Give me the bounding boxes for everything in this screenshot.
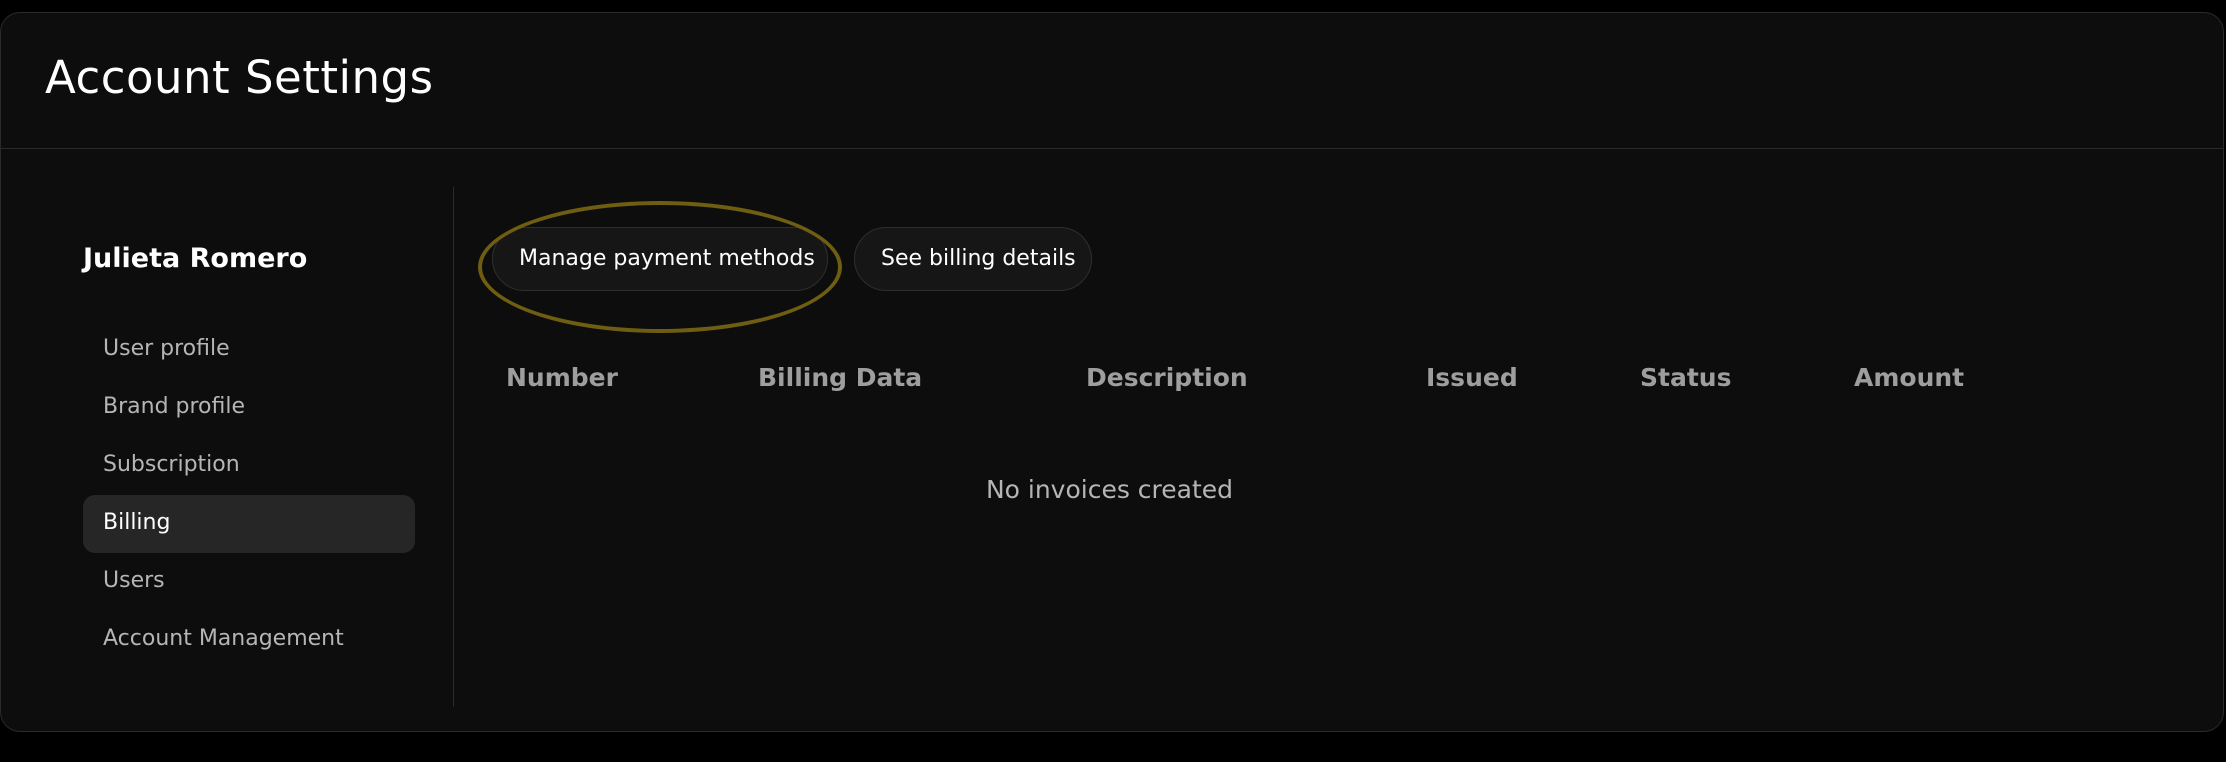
sidebar-item-subscription[interactable]: Subscription <box>83 437 415 495</box>
column-header-amount: Amount <box>1854 363 1965 392</box>
sidebar-item-billing[interactable]: Billing <box>83 495 415 553</box>
sidebar-item-account-management[interactable]: Account Management <box>83 611 415 669</box>
column-header-number: Number <box>506 363 618 392</box>
settings-nav: User profile Brand profile Subscription … <box>83 321 415 669</box>
settings-sidebar: Julieta Romero User profile Brand profil… <box>1 149 453 731</box>
sidebar-item-brand-profile[interactable]: Brand profile <box>83 379 415 437</box>
account-settings-panel: Account Settings Julieta Romero User pro… <box>0 12 2224 732</box>
page-title: Account Settings <box>45 51 434 104</box>
billing-content: Manage payment methods See billing detai… <box>454 149 2223 731</box>
column-header-issued: Issued <box>1426 363 1518 392</box>
sidebar-item-user-profile[interactable]: User profile <box>83 321 415 379</box>
column-header-status: Status <box>1640 363 1732 392</box>
column-header-description: Description <box>1086 363 1248 392</box>
empty-state-message: No invoices created <box>985 475 1234 504</box>
sidebar-item-users[interactable]: Users <box>83 553 415 611</box>
account-user-name: Julieta Romero <box>83 243 308 274</box>
column-header-billing-data: Billing Data <box>758 363 923 392</box>
page-header: Account Settings <box>1 13 2223 149</box>
see-billing-details-button[interactable]: See billing details <box>854 227 1092 291</box>
invoice-table-header: Number Billing Data Description Issued S… <box>454 363 2223 403</box>
manage-payment-methods-button[interactable]: Manage payment methods <box>492 227 828 291</box>
